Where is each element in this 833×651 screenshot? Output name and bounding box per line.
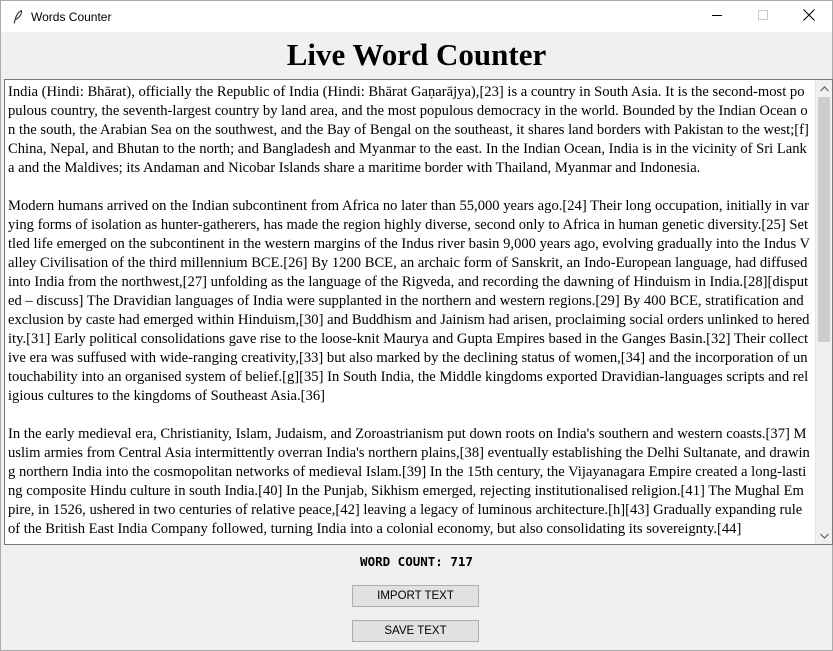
minimize-icon [711,8,723,26]
vertical-scrollbar[interactable] [815,80,832,544]
scrollbar-thumb[interactable] [818,97,830,342]
title-bar[interactable]: Words Counter [1,1,832,32]
maximize-button[interactable] [740,1,786,32]
page-title: Live Word Counter [286,37,547,72]
word-count-label: WORD COUNT: 717 [360,554,473,569]
minimize-button[interactable] [694,1,740,32]
text-editor-content[interactable]: India (Hindi: Bhārat), officially the Re… [8,83,811,542]
scroll-up-arrow-icon[interactable] [816,80,832,97]
app-window: Words Counter Live Word Counter India (H [0,0,833,651]
save-text-button[interactable]: SAVE TEXT [352,620,479,642]
maximize-icon [757,8,769,26]
scroll-down-arrow-icon[interactable] [816,527,832,544]
text-paragraph: In the early medieval era, Christianity,… [8,426,810,537]
text-paragraph: Modern humans arrived on the Indian subc… [8,198,811,404]
text-editor[interactable]: India (Hindi: Bhārat), officially the Re… [4,79,833,545]
feather-icon [7,1,29,32]
text-paragraph: India (Hindi: Bhārat), officially the Re… [8,84,809,176]
import-text-button[interactable]: IMPORT TEXT [352,585,479,607]
window-title: Words Counter [31,9,112,24]
close-button[interactable] [786,1,832,32]
close-icon [803,8,815,26]
